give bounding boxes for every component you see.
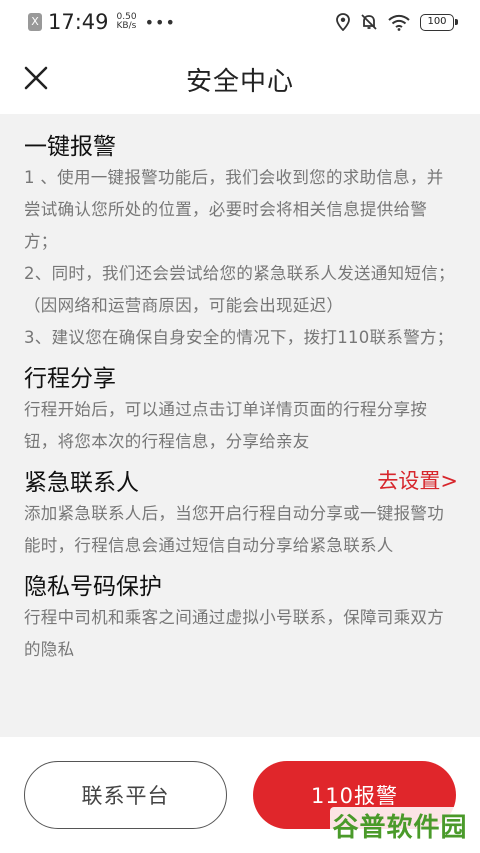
more-notifications-icon: ••• (144, 12, 176, 32)
watermark-logo: 谷普软件园 (330, 807, 470, 843)
section-title: 一键报警 (24, 134, 116, 160)
bell-off-icon (361, 14, 377, 30)
section-emergency-contact: 紧急联系人 去设置> 添加紧急联系人后，当您开启行程自动分享或一键报警功能时，行… (24, 462, 458, 562)
network-speed-unit: KB/s (116, 21, 137, 31)
section-paragraph: 2、同时，我们还会尝试给您的紧急联系人发送通知短信；（因网络和运营商原因，可能会… (24, 264, 455, 315)
section-paragraph: 3、建议您在确保自身安全的情况下，拨打110联系警方； (24, 328, 454, 347)
bottom-action-bar: 联系平台 110报警 谷普软件园 (0, 737, 480, 853)
page-title: 安全中心 (185, 66, 294, 97)
section-paragraph: 添加紧急联系人后，当您开启行程自动分享或一键报警功能时，行程信息会通过短信自动分… (24, 504, 444, 555)
sim-icon: X (28, 13, 42, 31)
contact-platform-button[interactable]: 联系平台 (24, 761, 227, 829)
section-title: 隐私号码保护 (24, 574, 162, 600)
nav-bar: 安全中心 (0, 44, 480, 114)
section-paragraph: 1 、使用一键报警功能后，我们会收到您的求助信息，并尝试确认您所处的位置，必要时… (24, 168, 444, 251)
close-icon[interactable] (22, 64, 50, 92)
section-trip-share: 行程分享 行程开始后，可以通过点击订单详情页面的行程分享按钮，将您本次的行程信息… (24, 358, 458, 458)
location-icon (336, 13, 350, 31)
safety-content: 一键报警 1 、使用一键报警功能后，我们会收到您的求助信息，并尝试确认您所处的位… (0, 114, 480, 737)
section-paragraph: 行程中司机和乘客之间通过虚拟小号联系，保障司乘双方的隐私 (24, 608, 444, 659)
section-title: 行程分享 (24, 366, 116, 392)
section-header: 一键报警 (24, 126, 458, 162)
status-left: X 17:49 0.50 KB/s ••• (28, 10, 176, 34)
section-header: 隐私号码保护 (24, 566, 458, 602)
section-title: 紧急联系人 (24, 470, 139, 496)
status-time: 17:49 (48, 10, 109, 34)
section-paragraph: 行程开始后，可以通过点击订单详情页面的行程分享按钮，将您本次的行程信息，分享给亲… (24, 400, 428, 451)
status-right: 100 (336, 13, 458, 31)
battery-indicator: 100 (420, 13, 458, 31)
wifi-icon (388, 14, 410, 31)
go-settings-link[interactable]: 去设置> (377, 465, 458, 495)
section-privacy-number: 隐私号码保护 行程中司机和乘客之间通过虚拟小号联系，保障司乘双方的隐私 (24, 566, 458, 666)
section-one-key-alarm: 一键报警 1 、使用一键报警功能后，我们会收到您的求助信息，并尝试确认您所处的位… (24, 126, 458, 354)
status-bar: X 17:49 0.50 KB/s ••• 100 (0, 0, 480, 44)
section-header: 行程分享 (24, 358, 458, 394)
network-speed: 0.50 KB/s (117, 13, 137, 31)
section-header: 紧急联系人 去设置> (24, 462, 458, 498)
